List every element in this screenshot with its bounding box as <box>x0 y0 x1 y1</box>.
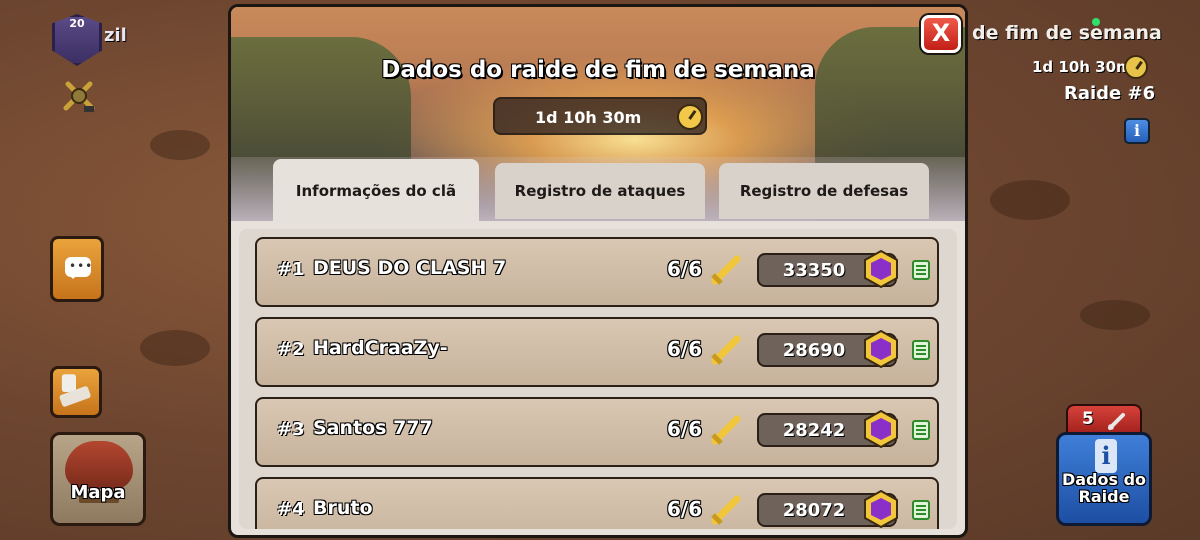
info-icon[interactable]: i <box>1124 118 1150 144</box>
league-icon[interactable] <box>62 80 96 114</box>
detail-list-icon[interactable] <box>911 259 931 281</box>
modal-title: Dados do raide de fim de semana <box>381 57 815 83</box>
sword-icon <box>711 255 741 285</box>
bg-decoration <box>140 330 210 366</box>
row-player-name: Bruto <box>313 497 373 519</box>
sword-icon <box>711 335 741 365</box>
raid-title-label: de fim de semana <box>972 22 1162 44</box>
tab-attack-log[interactable]: Registro de ataques <box>495 163 705 219</box>
clock-icon <box>1124 55 1148 79</box>
detail-list-icon[interactable] <box>911 339 931 361</box>
sword-icon <box>711 415 741 445</box>
bg-decoration <box>990 180 1070 220</box>
list-item[interactable]: #1 DEUS DO CLASH 7 6/6 33350 <box>255 237 939 307</box>
detail-list-icon[interactable] <box>911 419 931 441</box>
chat-button[interactable]: ••• <box>50 236 104 302</box>
list-item[interactable]: #3 Santos 777 6/6 28242 <box>255 397 939 467</box>
row-attacks: 6/6 <box>667 337 703 361</box>
bg-decoration <box>1080 300 1150 330</box>
row-rank: #1 <box>277 259 305 280</box>
row-loot: 28690 <box>782 340 846 361</box>
row-attacks: 6/6 <box>667 257 703 281</box>
raid-data-modal: Dados do raide de fim de semana 1d 10h 3… <box>228 4 968 538</box>
tab-defense-log[interactable]: Registro de defesas <box>719 163 929 219</box>
close-button[interactable]: X <box>921 15 961 53</box>
row-loot: 28072 <box>782 500 846 521</box>
clan-info-list[interactable]: #1 DEUS DO CLASH 7 6/6 33350 #2 HardCraa… <box>239 229 957 529</box>
chat-dots: ••• <box>69 259 94 273</box>
row-rank: #3 <box>277 419 305 440</box>
list-item[interactable]: #4 Bruto 6/6 28072 <box>255 477 939 529</box>
capital-gold-gem-icon <box>864 329 898 369</box>
detail-list-icon[interactable] <box>911 499 931 521</box>
list-item[interactable]: #2 HardCraaZy- 6/6 28690 <box>255 317 939 387</box>
clock-icon <box>677 104 703 130</box>
row-player-name: DEUS DO CLASH 7 <box>313 257 507 279</box>
row-player-name: Santos 777 <box>313 417 433 439</box>
row-player-name: HardCraaZy- <box>313 337 448 359</box>
map-button[interactable]: Mapa <box>50 432 146 526</box>
bg-decoration <box>150 130 210 160</box>
attacks-left-count: 5 <box>1082 409 1094 429</box>
raid-data-label: Dados do Raide <box>1061 470 1147 506</box>
raid-data-button[interactable]: i Dados do Raide <box>1056 432 1152 526</box>
row-rank: #2 <box>277 339 305 360</box>
row-rank: #4 <box>277 499 305 520</box>
row-attacks: 6/6 <box>667 417 703 441</box>
capital-gold-gem-icon <box>864 489 898 529</box>
tab-clan-info[interactable]: Informações do clã <box>273 159 479 221</box>
capital-gold-gem-icon <box>864 409 898 449</box>
row-loot: 33350 <box>782 260 846 281</box>
row-attacks: 6/6 <box>667 497 703 521</box>
clan-level: 20 <box>69 17 85 30</box>
troops-icon <box>59 374 91 407</box>
clan-name[interactable]: zil <box>104 25 127 46</box>
sword-icon <box>1107 413 1125 431</box>
raid-number: Raide #6 <box>1064 83 1156 104</box>
map-label: Mapa <box>70 482 126 503</box>
row-loot: 28242 <box>782 420 846 441</box>
troops-button[interactable] <box>50 366 102 418</box>
timer-pill: 1d 10h 30m <box>493 97 707 135</box>
timer-text: 1d 10h 30m <box>535 108 642 127</box>
info-icon: i <box>1095 439 1117 473</box>
capital-gold-gem-icon <box>864 249 898 289</box>
sword-icon <box>711 495 741 525</box>
raid-timer: 1d 10h 30m <box>1032 58 1132 76</box>
